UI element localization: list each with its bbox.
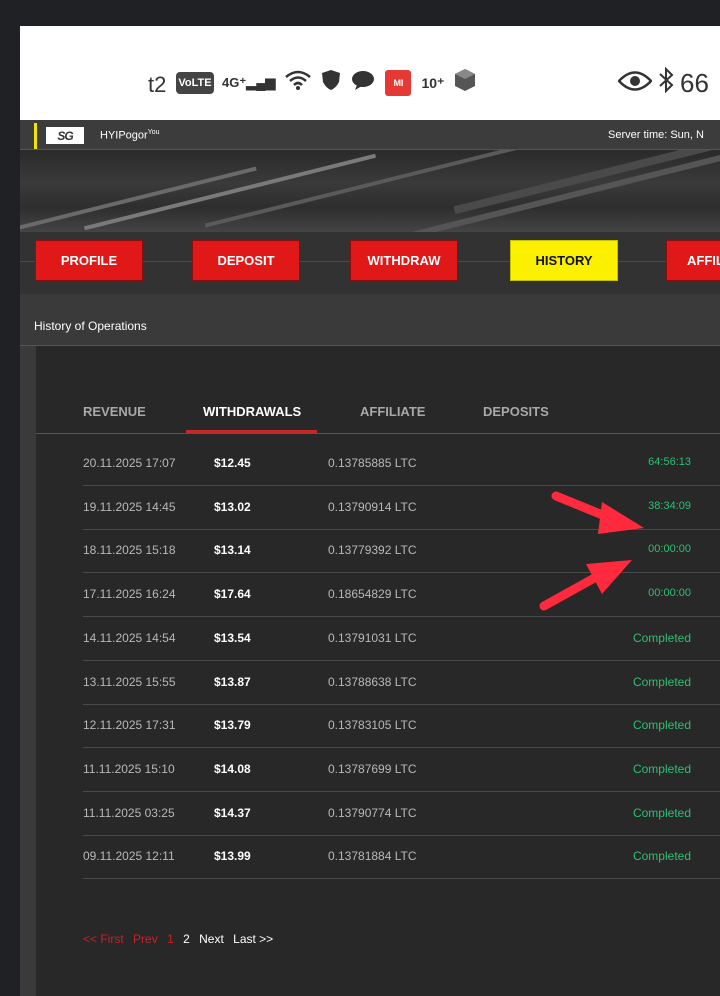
- annotation-arrow-icon: [551, 491, 644, 534]
- nav-withdraw-button[interactable]: WITHDRAW: [350, 240, 458, 281]
- row-amount: $13.54: [214, 630, 251, 645]
- row-date: 11.11.2025 15:10: [83, 761, 175, 776]
- tab-revenue[interactable]: REVENUE: [83, 404, 146, 419]
- phone-screen: t2 VoLTE 4G⁺▂▄▆ MI 10⁺ 66 SG HYIPogorYou…: [20, 26, 720, 996]
- banner-stripe: [453, 150, 720, 215]
- row-status: 64:56:13: [648, 456, 691, 468]
- site-header: SG HYIPogorYou Server time: Sun, N: [20, 120, 720, 150]
- chat-icon: [351, 69, 375, 97]
- row-amount: $13.87: [214, 674, 251, 689]
- row-status: Completed: [632, 630, 691, 645]
- row-ltc-amount: 0.13788638 LTC: [328, 674, 417, 689]
- site-name: HYIPogorYou: [100, 129, 160, 142]
- row-date: 11.11.2025 03:25: [83, 805, 175, 820]
- volte-icon: VoLTE: [176, 72, 214, 94]
- row-ltc-amount: 0.13790914 LTC: [328, 499, 417, 514]
- row-date: 14.11.2025 14:54: [83, 630, 176, 645]
- row-amount: $13.14: [214, 543, 251, 558]
- annotation-arrow-icon: [539, 560, 632, 611]
- pager-current-page: 1: [167, 932, 174, 946]
- pager-prev-link[interactable]: Prev: [133, 932, 158, 946]
- row-ltc-amount: 0.13791031 LTC: [328, 630, 417, 645]
- row-ltc-amount: 0.13785885 LTC: [328, 456, 417, 470]
- pagination: << First Prev 1 2 Next Last >>: [83, 932, 279, 946]
- page-subheader: History of Operations: [20, 294, 720, 346]
- content-area: REVENUE WITHDRAWALS AFFILIATE DEPOSITS 2…: [20, 346, 720, 996]
- status-bar: t2 VoLTE 4G⁺▂▄▆ MI 10⁺ 66: [20, 26, 720, 120]
- wifi-icon: [285, 69, 312, 97]
- nav-profile-button[interactable]: PROFILE: [35, 240, 143, 281]
- site-logo[interactable]: SG: [46, 127, 84, 144]
- row-ltc-amount: 0.13779392 LTC: [328, 543, 417, 558]
- row-date: 19.11.2025 14:45: [83, 499, 176, 514]
- signal-icon: 4G⁺▂▄▆: [222, 75, 276, 90]
- row-status: 38:34:09: [648, 499, 691, 512]
- main-nav: PROFILE DEPOSIT WITHDRAW HISTORY AFFIL: [20, 232, 720, 294]
- row-amount: $12.45: [214, 456, 251, 470]
- row-amount: $14.08: [214, 761, 251, 776]
- table-row: 11.11.2025 03:25 $14.37 0.13790774 LTC Comp…: [83, 793, 720, 836]
- eye-icon: [617, 68, 653, 99]
- row-status: Completed: [632, 761, 691, 776]
- table-row: 14.11.2025 14:54 $13.54 0.13791031 LTC Comp…: [83, 618, 720, 661]
- row-status: Completed: [632, 805, 691, 820]
- screenshot-frame-top: [0, 0, 720, 26]
- status-icons: 4G⁺▂▄▆ MI 10⁺: [222, 66, 476, 100]
- nav-deposit-button[interactable]: DEPOSIT: [192, 240, 300, 281]
- bluetooth-icon: [658, 66, 674, 100]
- screenshot-frame-left: [0, 26, 20, 996]
- row-amount: $17.64: [214, 587, 251, 602]
- app-badge-icon: MI: [385, 70, 412, 96]
- row-amount: $13.99: [214, 849, 251, 864]
- row-status: 00:00:00: [648, 587, 691, 600]
- cube-icon: [454, 68, 476, 98]
- pager-page-2-link[interactable]: 2: [183, 932, 190, 946]
- row-date: 09.11.2025 12:11: [83, 849, 175, 864]
- battery-percent: 66: [680, 67, 709, 98]
- header-banner: [20, 150, 720, 232]
- extra-status-icon: 10⁺: [421, 74, 445, 91]
- row-ltc-amount: 0.13790774 LTC: [328, 805, 417, 820]
- history-tabs: REVENUE WITHDRAWALS AFFILIATE DEPOSITS: [36, 404, 720, 434]
- pager-first-link[interactable]: << First: [83, 932, 124, 946]
- page-title: History of Operations: [34, 319, 147, 333]
- row-status: Completed: [632, 674, 691, 689]
- row-status: 00:00:00: [648, 543, 691, 556]
- server-time: Server time: Sun, N: [608, 129, 704, 141]
- row-ltc-amount: 0.13781884 LTC: [328, 849, 417, 864]
- header-accent: [34, 123, 37, 149]
- table-row: 11.11.2025 15:10 $14.08 0.13787699 LTC Comp…: [83, 749, 720, 792]
- pager-last-link[interactable]: Last >>: [233, 932, 273, 946]
- table-row: 12.11.2025 17:31 $13.79 0.13783105 LTC Comp…: [83, 705, 720, 749]
- status-right: 66: [617, 66, 709, 100]
- nav-affiliate-button[interactable]: AFFIL: [666, 240, 720, 281]
- history-panel: REVENUE WITHDRAWALS AFFILIATE DEPOSITS 2…: [36, 346, 720, 996]
- row-date: 13.11.2025 15:55: [83, 674, 176, 689]
- carrier-label: t2: [148, 72, 167, 97]
- row-amount: $13.79: [214, 718, 251, 733]
- active-tab-indicator: [186, 430, 317, 433]
- pager-next-link[interactable]: Next: [199, 932, 224, 946]
- nav-history-button[interactable]: HISTORY: [510, 240, 618, 281]
- row-date: 18.11.2025 15:18: [83, 543, 176, 558]
- row-amount: $14.37: [214, 805, 251, 820]
- row-ltc-amount: 0.18654829 LTC: [328, 587, 417, 602]
- table-row: 20.11.2025 17:07 $12.45 0.13785885 LTC 64:5…: [83, 443, 720, 486]
- table-row: 13.11.2025 15:55 $13.87 0.13788638 LTC Comp…: [83, 662, 720, 705]
- tab-deposits[interactable]: DEPOSITS: [483, 404, 549, 419]
- table-row: 09.11.2025 12:11 $13.99 0.13781884 LTC Comp…: [83, 836, 720, 880]
- row-status: Completed: [632, 718, 691, 733]
- row-date: 12.11.2025 17:31: [83, 718, 176, 733]
- tab-affiliate[interactable]: AFFILIATE: [360, 404, 425, 419]
- banner-stripe: [204, 150, 556, 228]
- tab-withdrawals[interactable]: WITHDRAWALS: [203, 404, 301, 419]
- row-date: 20.11.2025 17:07: [83, 456, 176, 470]
- shield-icon: [321, 69, 341, 97]
- row-date: 17.11.2025 16:24: [83, 587, 176, 602]
- row-ltc-amount: 0.13787699 LTC: [328, 761, 417, 776]
- row-ltc-amount: 0.13783105 LTC: [328, 718, 417, 733]
- row-amount: $13.02: [214, 499, 251, 514]
- row-status: Completed: [632, 849, 691, 864]
